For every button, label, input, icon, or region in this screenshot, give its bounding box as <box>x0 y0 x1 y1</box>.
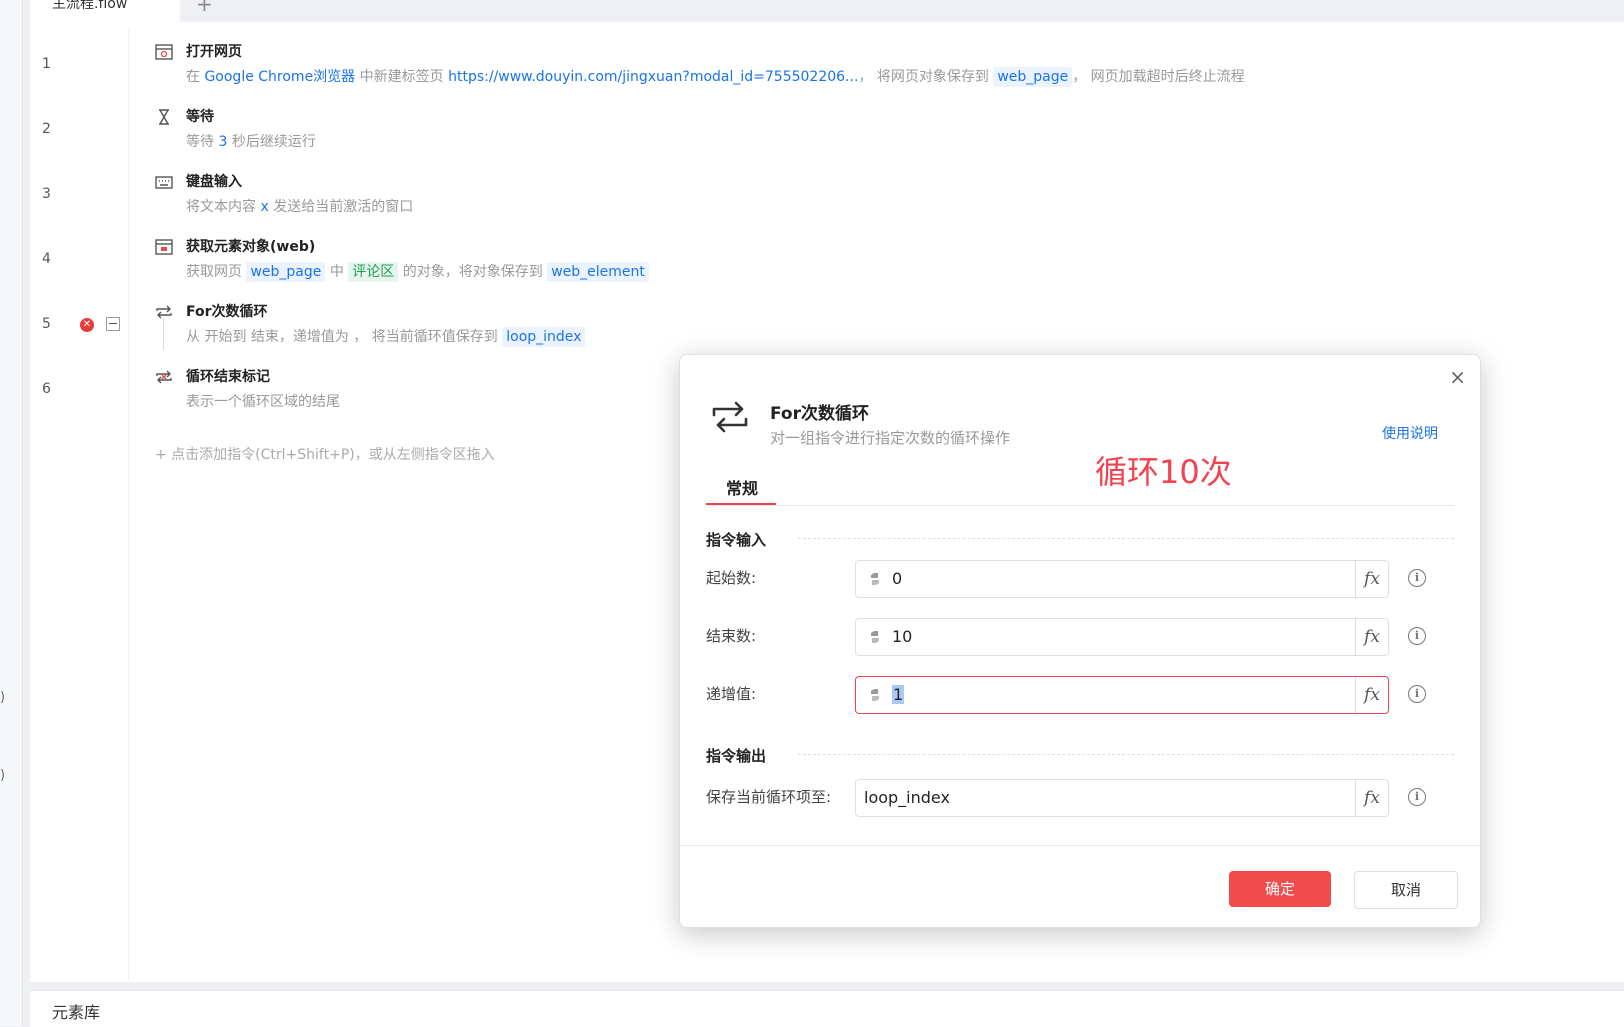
line-number: 1 <box>42 56 51 72</box>
start-label: 起始数: <box>706 569 757 587</box>
variable-chip: web_element <box>547 262 649 282</box>
tab-divider <box>706 505 1454 506</box>
error-icon[interactable]: ✕ <box>80 318 94 332</box>
step-value: 1 <box>892 685 905 704</box>
section-divider <box>798 538 1454 539</box>
command-description: 表示一个循环区域的结尾 <box>186 394 340 410</box>
collapse-icon[interactable] <box>106 317 120 331</box>
line-number: 6 <box>42 381 51 397</box>
loop-guide-line <box>163 318 164 350</box>
start-field[interactable]: 0 fx <box>855 560 1389 598</box>
save-value: loop_index <box>864 788 950 807</box>
command-title[interactable]: 等待 <box>186 106 214 126</box>
browser-value: Google Chrome浏览器 <box>204 69 356 85</box>
loop-icon <box>712 401 748 433</box>
command-title[interactable]: 打开网页 <box>186 41 242 61</box>
confirm-button[interactable]: 确定 <box>1229 871 1331 907</box>
fx-button[interactable]: fx <box>1355 780 1388 816</box>
line-number: 2 <box>42 121 51 137</box>
element-library-title[interactable]: 元素库 <box>52 999 100 1023</box>
element-chip: 评论区 <box>348 262 399 282</box>
command-title[interactable]: For次数循环 <box>186 301 268 321</box>
variable-chip: web_page <box>246 262 326 282</box>
close-icon[interactable]: × <box>1449 365 1466 389</box>
python-icon <box>871 689 879 701</box>
add-tab-button[interactable]: + <box>196 0 213 16</box>
sidebar-text-fragment: ) <box>0 768 6 783</box>
end-label: 结束数: <box>706 627 757 645</box>
variable-chip: loop_index <box>502 327 586 347</box>
info-icon[interactable]: i <box>1408 685 1426 703</box>
python-icon <box>871 573 879 585</box>
line-number: 4 <box>42 251 51 267</box>
info-icon[interactable]: i <box>1408 627 1426 645</box>
variable-chip: web_page <box>993 67 1073 87</box>
loop-icon <box>156 305 172 319</box>
for-loop-dialog: × For次数循环 对一组指令进行指定次数的循环操作 使用说明 循环10次 常规… <box>679 354 1481 928</box>
hourglass-icon <box>159 109 169 125</box>
sidebar-text-fragment: ) <box>0 690 6 705</box>
fx-button[interactable]: fx <box>1355 677 1388 713</box>
section-divider <box>798 754 1454 755</box>
end-value: 10 <box>892 627 913 646</box>
step-field[interactable]: 1 fx <box>855 676 1389 714</box>
keyboard-icon <box>155 176 173 189</box>
add-command-hint[interactable]: + 点击添加指令(Ctrl+Shift+P)，或从左侧指令区拖入 <box>155 444 495 464</box>
save-field[interactable]: loop_index fx <box>855 779 1389 817</box>
element-library-panel: 元素库 <box>30 990 1624 1027</box>
python-icon <box>871 631 879 643</box>
info-icon[interactable]: i <box>1408 569 1426 587</box>
annotation-text: 循环10次 <box>1095 453 1232 491</box>
url-value: https://www.douyin.com/jingxuan?modal_id… <box>448 69 859 85</box>
web-element-icon <box>155 239 173 255</box>
text-value: x <box>260 199 269 215</box>
command-description: 在 Google Chrome浏览器 中新建标签页 https://www.do… <box>186 67 1245 87</box>
info-icon[interactable]: i <box>1408 788 1426 806</box>
cancel-button[interactable]: 取消 <box>1354 871 1458 909</box>
command-description: 从 开始到 结束，递增值为 ， 将当前循环值保存到 loop_index <box>186 326 586 347</box>
end-field[interactable]: 10 fx <box>855 618 1389 656</box>
browser-open-icon <box>155 44 173 60</box>
line-number: 5 <box>42 316 51 332</box>
start-value: 0 <box>892 569 903 588</box>
dialog-title: For次数循环 <box>770 404 869 424</box>
command-title[interactable]: 键盘输入 <box>186 171 242 191</box>
tab-regular[interactable]: 常规 <box>726 475 758 499</box>
command-description: 将文本内容 x 发送给当前激活的窗口 <box>186 199 414 215</box>
tab-main-flow[interactable]: 主流程.flow <box>30 0 180 22</box>
line-number: 3 <box>42 186 51 202</box>
section-output-title: 指令输出 <box>706 747 767 765</box>
tab-active-indicator <box>706 503 776 505</box>
loop-end-icon <box>156 370 172 384</box>
fx-button[interactable]: fx <box>1355 619 1388 655</box>
help-link[interactable]: 使用说明 <box>1382 423 1438 443</box>
command-title[interactable]: 循环结束标记 <box>186 366 270 386</box>
left-sidebar-strip: ) ) <box>0 0 23 1026</box>
footer-divider <box>680 845 1480 846</box>
gutter-divider <box>128 30 129 980</box>
fx-button[interactable]: fx <box>1355 561 1388 597</box>
tab-bar <box>30 0 1624 22</box>
section-input-title: 指令输入 <box>706 531 767 549</box>
step-label: 递增值: <box>706 685 757 703</box>
save-label: 保存当前循环项至: <box>706 788 832 806</box>
command-title[interactable]: 获取元素对象(web) <box>186 236 315 256</box>
tab-main-flow-label: 主流程.flow <box>52 0 128 12</box>
command-description: 获取网页 web_page 中 评论区 的对象，将对象保存到 web_eleme… <box>186 261 649 282</box>
dialog-subtitle: 对一组指令进行指定次数的循环操作 <box>770 429 1011 447</box>
command-description: 等待 3 秒后继续运行 <box>186 134 316 150</box>
